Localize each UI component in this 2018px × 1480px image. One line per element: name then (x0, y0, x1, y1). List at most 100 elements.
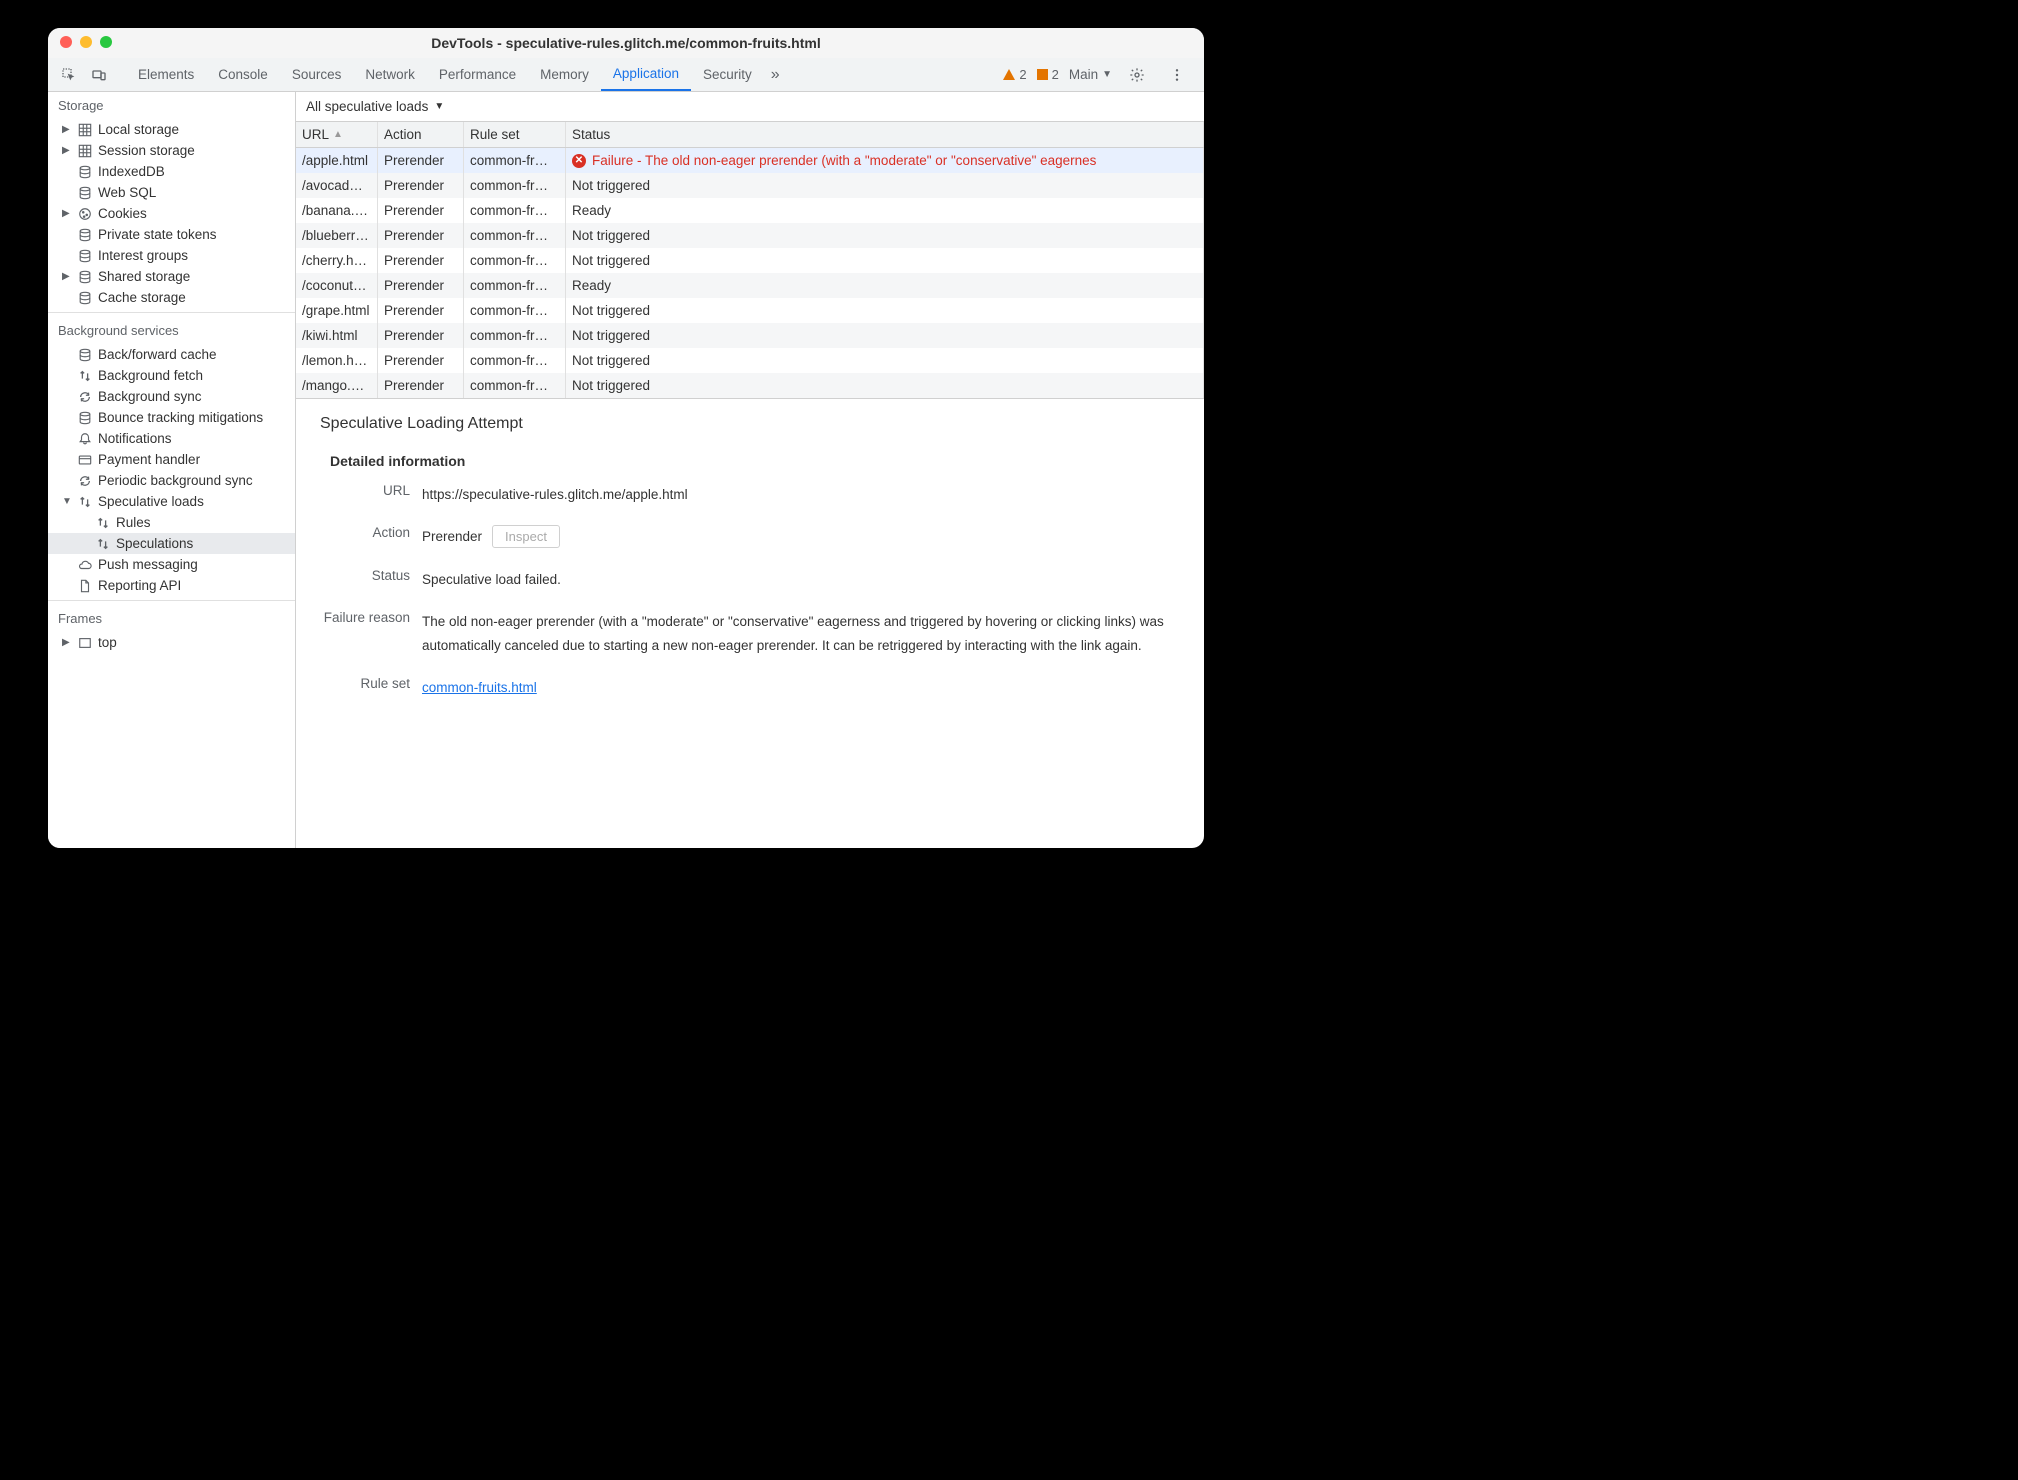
zoom-dot[interactable] (100, 36, 112, 48)
expand-icon: ▶ (62, 271, 72, 282)
expand-icon: ▶ (62, 208, 72, 219)
table-row[interactable]: /lemon.h…Prerendercommon-fr…Not triggere… (296, 348, 1204, 373)
tree-icon (78, 249, 92, 263)
sidebar-item-cookies[interactable]: ▶ Cookies (48, 203, 295, 224)
tree-icon (78, 369, 92, 383)
tab-memory[interactable]: Memory (528, 58, 601, 91)
sidebar-item-session-storage[interactable]: ▶Session storage (48, 140, 295, 161)
sidebar-item-push-messaging[interactable]: Push messaging (48, 554, 295, 575)
sidebar-item-indexeddb[interactable]: IndexedDB (48, 161, 295, 182)
cell-status: Not triggered (566, 348, 1204, 373)
sidebar-item-label: Web SQL (98, 185, 156, 200)
inspect-button[interactable]: Inspect (492, 525, 560, 548)
tab-application[interactable]: Application (601, 58, 691, 91)
tree-icon (78, 558, 92, 572)
cell-ruleset: common-fr… (464, 273, 566, 298)
table-row[interactable]: /apple.htmlPrerendercommon-fr…✕Failure -… (296, 148, 1204, 173)
cell-url: /grape.html (296, 298, 378, 323)
col-header-url[interactable]: URL▲ (296, 122, 378, 147)
table-row[interactable]: /coconut…Prerendercommon-fr…Ready (296, 273, 1204, 298)
detail-value-url: https://speculative-rules.glitch.me/appl… (422, 483, 1180, 507)
detail-panel: Speculative Loading Attempt Detailed inf… (296, 398, 1204, 848)
cell-status: Ready (566, 198, 1204, 223)
tab-console[interactable]: Console (206, 58, 280, 91)
sidebar-item-label: IndexedDB (98, 164, 165, 179)
table-row[interactable]: /blueberr…Prerendercommon-fr…Not trigger… (296, 223, 1204, 248)
tab-security[interactable]: Security (691, 58, 764, 91)
tab-elements[interactable]: Elements (126, 58, 206, 91)
sidebar-item-local-storage[interactable]: ▶Local storage (48, 119, 295, 140)
tab-network[interactable]: Network (353, 58, 427, 91)
errors-badge[interactable]: 2 (1037, 67, 1059, 82)
table-row[interactable]: /banana.…Prerendercommon-fr…Ready (296, 198, 1204, 223)
sidebar-item-background-sync[interactable]: Background sync (48, 386, 295, 407)
cell-action: Prerender (378, 323, 464, 348)
sidebar-item-label: Private state tokens (98, 227, 217, 242)
detail-value-status: Speculative load failed. (422, 568, 1180, 592)
sidebar-item-reporting-api[interactable]: Reporting API (48, 575, 295, 596)
sidebar-item-shared-storage[interactable]: ▶Shared storage (48, 266, 295, 287)
table-row[interactable]: /avocad…Prerendercommon-fr…Not triggered (296, 173, 1204, 198)
more-tabs-chevron-icon[interactable]: » (764, 66, 787, 84)
sidebar-item-web-sql[interactable]: Web SQL (48, 182, 295, 203)
settings-icon[interactable] (1122, 67, 1152, 83)
ruleset-link[interactable]: common-fruits.html (422, 680, 537, 695)
cell-ruleset: common-fr… (464, 248, 566, 273)
tree-icon (78, 579, 92, 593)
cell-action: Prerender (378, 173, 464, 198)
sidebar-item-periodic-background-sync[interactable]: Periodic background sync (48, 470, 295, 491)
sidebar-item-speculative-loads[interactable]: ▼Speculative loads (48, 491, 295, 512)
sidebar-item-label: Cookies (98, 206, 147, 221)
kebab-menu-icon[interactable] (1162, 67, 1192, 83)
window-title: DevTools - speculative-rules.glitch.me/c… (431, 35, 820, 51)
tree-icon (78, 432, 92, 446)
table-row[interactable]: /grape.htmlPrerendercommon-fr…Not trigge… (296, 298, 1204, 323)
sidebar-item-label: Bounce tracking mitigations (98, 410, 263, 425)
target-selector[interactable]: Main▼ (1069, 67, 1112, 82)
sidebar-item-private-state-tokens[interactable]: Private state tokens (48, 224, 295, 245)
cell-url: /banana.… (296, 198, 378, 223)
device-toolbar-icon[interactable] (84, 67, 114, 83)
close-dot[interactable] (60, 36, 72, 48)
sidebar-item-payment-handler[interactable]: Payment handler (48, 449, 295, 470)
col-header-ruleset[interactable]: Rule set (464, 122, 566, 147)
detail-label-action: Action (320, 525, 422, 549)
tree-icon (78, 390, 92, 404)
tab-performance[interactable]: Performance (427, 58, 528, 91)
cell-ruleset: common-fr… (464, 198, 566, 223)
col-header-action[interactable]: Action (378, 122, 464, 147)
sidebar-item-top[interactable]: ▶ top (48, 632, 295, 653)
sidebar-item-cache-storage[interactable]: Cache storage (48, 287, 295, 308)
sidebar-item-rules[interactable]: Rules (48, 512, 295, 533)
sidebar-item-label: Periodic background sync (98, 473, 253, 488)
cell-status: Not triggered (566, 248, 1204, 273)
detail-value-action: PrerenderInspect (422, 525, 1180, 549)
tree-icon (78, 186, 92, 200)
minimize-dot[interactable] (80, 36, 92, 48)
col-header-status[interactable]: Status (566, 122, 1204, 147)
tree-icon (78, 144, 92, 158)
table-row[interactable]: /kiwi.htmlPrerendercommon-fr…Not trigger… (296, 323, 1204, 348)
sidebar-item-label: Reporting API (98, 578, 181, 593)
sidebar-item-label: top (98, 635, 117, 650)
sidebar-item-back-forward-cache[interactable]: Back/forward cache (48, 344, 295, 365)
tree-icon (78, 228, 92, 242)
sidebar-item-bounce-tracking-mitigations[interactable]: Bounce tracking mitigations (48, 407, 295, 428)
warnings-badge[interactable]: 2 (1003, 67, 1026, 82)
sidebar-item-speculations[interactable]: Speculations (48, 533, 295, 554)
devtools-window: DevTools - speculative-rules.glitch.me/c… (48, 28, 1204, 848)
inspect-element-icon[interactable] (54, 67, 84, 83)
filter-dropdown[interactable]: All speculative loads▼ (306, 99, 444, 114)
sidebar-item-interest-groups[interactable]: Interest groups (48, 245, 295, 266)
expand-icon: ▶ (62, 637, 72, 648)
table-row[interactable]: /cherry.h…Prerendercommon-fr…Not trigger… (296, 248, 1204, 273)
tree-icon (78, 291, 92, 305)
cell-url: /avocad… (296, 173, 378, 198)
sidebar-item-label: Local storage (98, 122, 179, 137)
sidebar-item-notifications[interactable]: Notifications (48, 428, 295, 449)
sidebar-item-background-fetch[interactable]: Background fetch (48, 365, 295, 386)
tree-icon (96, 537, 110, 551)
section-frames-title: Frames (48, 605, 295, 632)
table-row[interactable]: /mango.…Prerendercommon-fr…Not triggered (296, 373, 1204, 398)
tab-sources[interactable]: Sources (280, 58, 354, 91)
